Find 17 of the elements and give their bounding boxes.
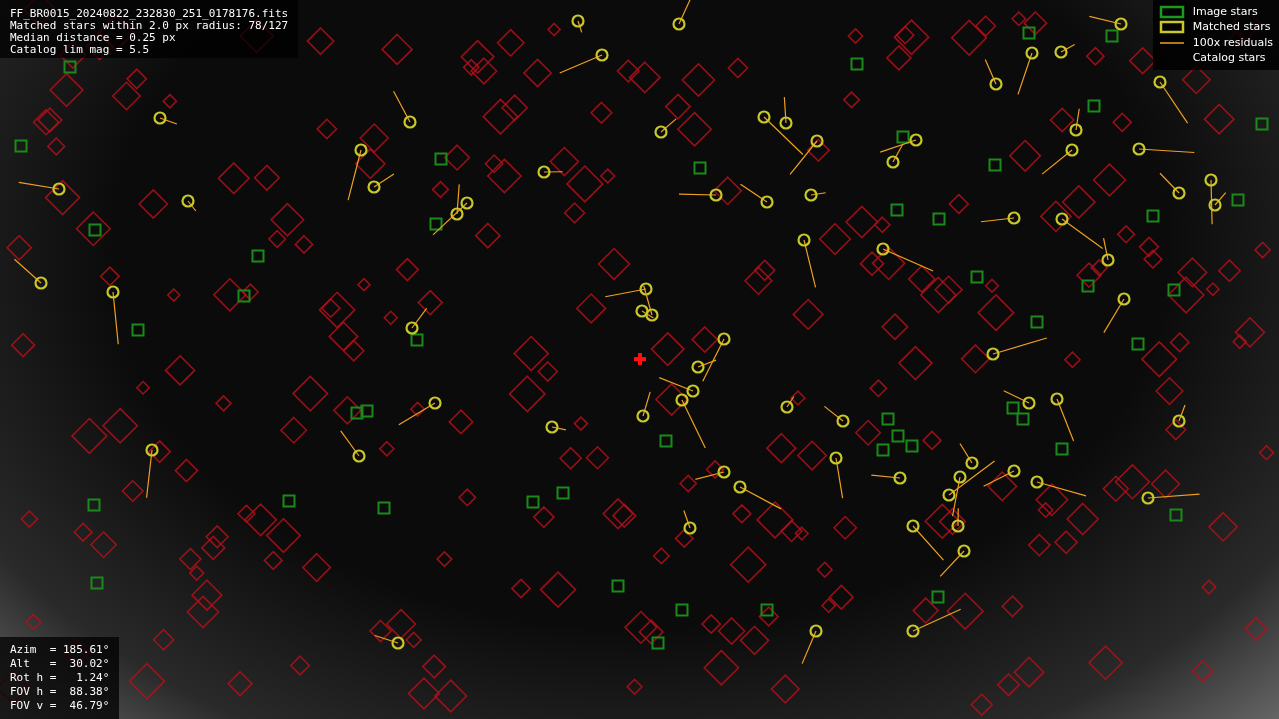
fit-info-line: Median distance = 0.25 px [10, 32, 177, 44]
pointing-info-line: Azim = 185.61° [10, 643, 110, 657]
center-cross-icon [634, 353, 646, 365]
legend-rectangle-icon [1158, 20, 1185, 35]
pointing-info-line: Rot h = 1.24° [10, 671, 110, 685]
legend-label: 100x residuals [1192, 34, 1273, 51]
pointing-info-line: FOV v = 46.79° [10, 699, 110, 713]
legend-rectangle-icon [1158, 4, 1185, 19]
pointing-info-line: FOV h = 88.38° [10, 685, 110, 699]
fit-info-line: Catalog lim mag = 5.5 [10, 44, 151, 56]
file-name: FF_BR0015_20240822_232830_251_0178176.fits [10, 8, 289, 20]
pointing-info-line: Alt = 30.02° [10, 657, 110, 671]
fit-info-line: Matched stars within 2.0 px radius: 78/127 [10, 20, 289, 32]
legend-label: Image stars [1192, 3, 1258, 20]
legend-line-icon [1158, 41, 1185, 44]
legend-label: Catalog stars [1192, 50, 1266, 66]
legend-label: Matched stars [1192, 19, 1271, 35]
